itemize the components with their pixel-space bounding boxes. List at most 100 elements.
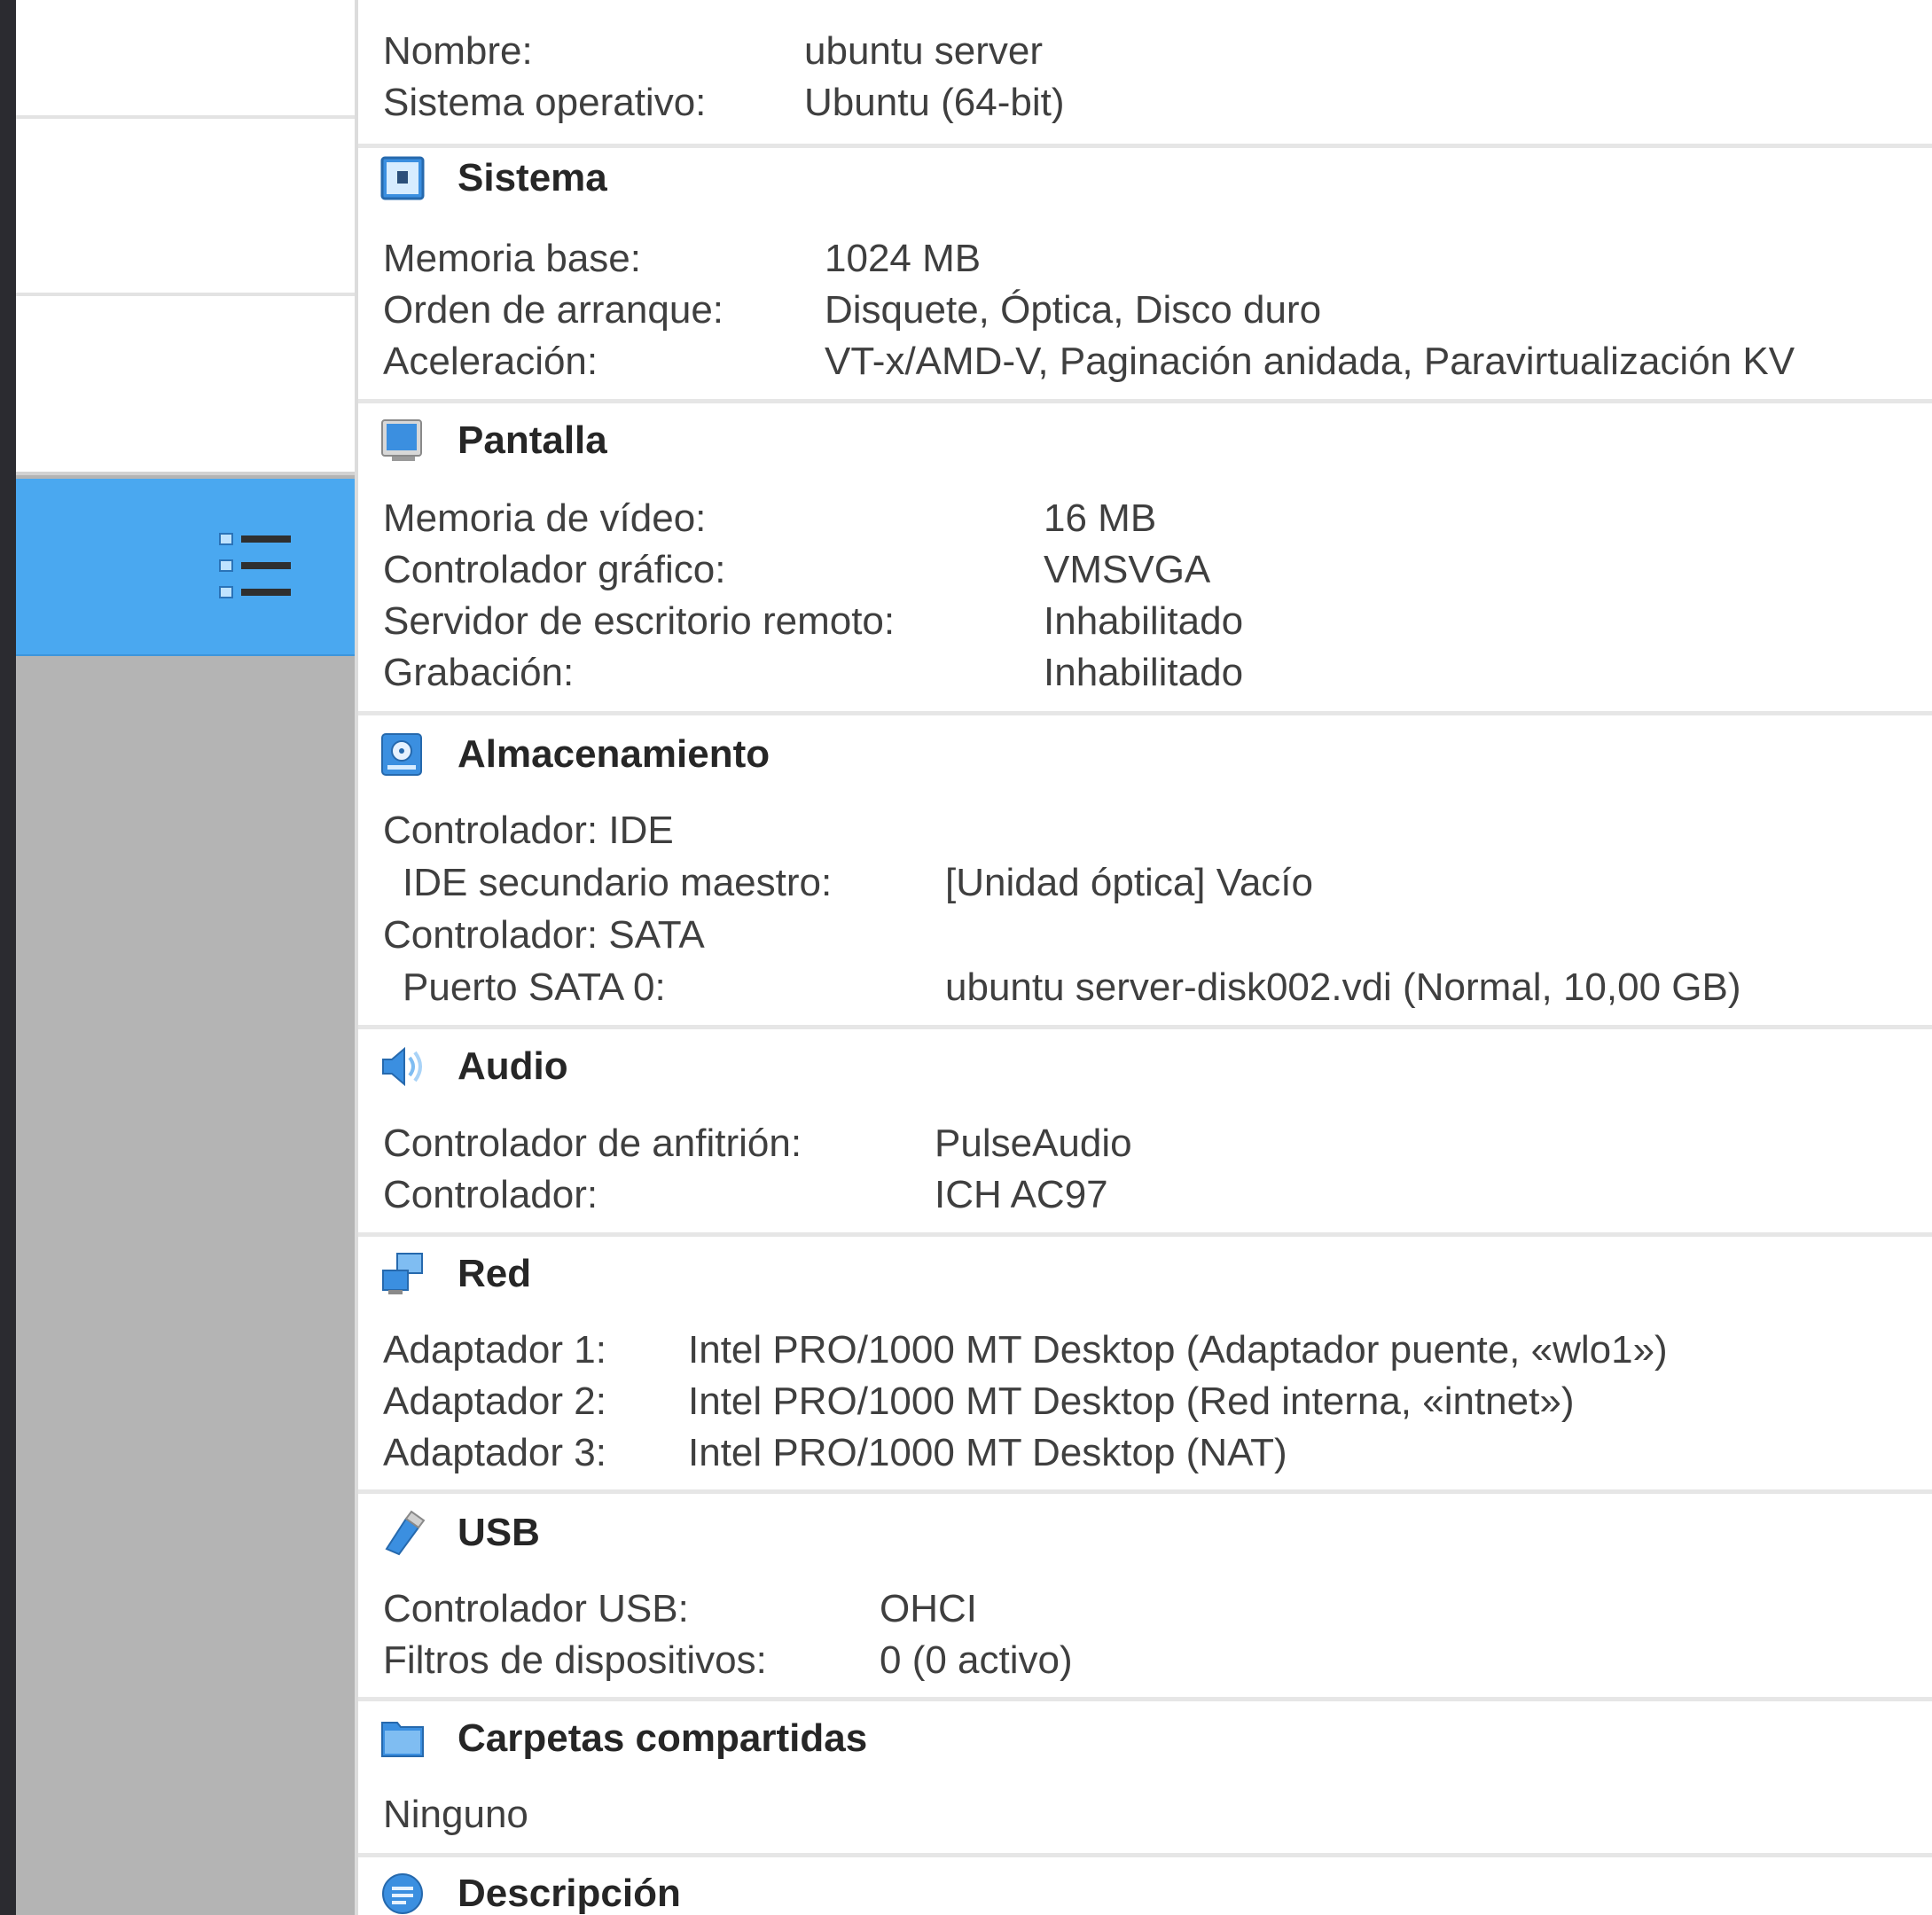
network-icon — [382, 1253, 423, 1294]
vm-list-item[interactable] — [16, 0, 355, 119]
tools-list-icon[interactable] — [218, 528, 293, 603]
section-header[interactable]: USB — [379, 1509, 540, 1557]
section-header[interactable]: Sistema — [379, 154, 607, 202]
detail-label: Orden de arranque: — [383, 288, 724, 332]
detail-label: Adaptador 1: — [383, 1328, 606, 1372]
detail-row: Controlador: ICH AC97 — [383, 1169, 1108, 1221]
detail-row: Controlador gráfico: VMSVGA — [383, 544, 1210, 596]
detail-value: Inhabilitado — [1044, 651, 1244, 694]
details-pane: Nombre: ubuntu server Sistema operativo:… — [358, 0, 1932, 1915]
detail-label: Controlador: SATA — [383, 913, 705, 957]
detail-label: Grabación: — [383, 651, 575, 694]
detail-label: Controlador USB: — [383, 1587, 689, 1630]
detail-value: Inhabilitado — [1044, 599, 1244, 643]
detail-row: Aceleración: VT-x/AMD-V, Paginación anid… — [383, 336, 1795, 387]
detail-label: Controlador: — [383, 1173, 598, 1216]
chip-icon — [380, 156, 425, 200]
detail-row: Controlador: SATA — [383, 910, 705, 961]
detail-label: Controlador: IDE — [383, 809, 674, 852]
detail-row: Puerto SATA 0: ubuntu server-disk002.vdi… — [403, 962, 1741, 1013]
detail-value: VMSVGA — [1044, 548, 1211, 591]
detail-row: Orden de arranque: Disquete, Óptica, Dis… — [383, 285, 1321, 336]
detail-row: Grabación: Inhabilitado — [383, 647, 1243, 699]
section-title: USB — [458, 1511, 540, 1554]
detail-row: Servidor de escritorio remoto: Inhabilit… — [383, 596, 1243, 647]
detail-row: Sistema operativo: Ubuntu (64-bit) — [383, 77, 1064, 129]
detail-value: VT-x/AMD-V, Paginación anidada, Paravirt… — [825, 340, 1795, 383]
window-edge — [0, 0, 16, 1915]
virtualbox-window: Nombre: ubuntu server Sistema operativo:… — [0, 0, 1932, 1915]
section-header[interactable]: Red — [379, 1250, 531, 1298]
section-title: Carpetas compartidas — [458, 1716, 868, 1760]
detail-value: Ubuntu (64-bit) — [804, 81, 1065, 124]
section-usb: USB Controlador USB: OHCI Filtros de dis… — [358, 1494, 1932, 1701]
detail-row: Memoria base: 1024 MB — [383, 233, 981, 285]
section-almacenamiento: Almacenamiento Controlador: IDE IDE secu… — [358, 715, 1932, 1029]
detail-row: Filtros de dispositivos: 0 (0 activo) — [383, 1635, 1073, 1686]
section-title: Audio — [458, 1044, 568, 1088]
section-header[interactable]: Audio — [379, 1043, 568, 1090]
speaker-icon — [382, 1046, 422, 1087]
detail-label: Filtros de dispositivos: — [383, 1638, 767, 1682]
detail-label: Memoria de vídeo: — [383, 496, 707, 540]
detail-value: Intel PRO/1000 MT Desktop (NAT) — [688, 1431, 1287, 1474]
detail-row: Nombre: ubuntu server — [383, 26, 1043, 77]
section-header[interactable]: Pantalla — [379, 417, 607, 465]
detail-row: IDE secundario maestro: [Unidad óptica] … — [403, 857, 1313, 909]
detail-row: Controlador USB: OHCI — [383, 1583, 977, 1635]
detail-value: ubuntu server-disk002.vdi (Normal, 10,00… — [945, 965, 1741, 1009]
section-general: Nombre: ubuntu server Sistema operativo:… — [358, 0, 1932, 148]
section-title: Sistema — [458, 156, 607, 199]
detail-row: Controlador de anfitrión: PulseAudio — [383, 1118, 1132, 1169]
vm-list-pane — [16, 0, 355, 1915]
section-header[interactable]: Almacenamiento — [379, 731, 770, 778]
detail-row: Adaptador 3: Intel PRO/1000 MT Desktop (… — [383, 1427, 1287, 1479]
description-icon — [382, 1873, 423, 1914]
folder-icon — [381, 1722, 424, 1757]
detail-value: OHCI — [880, 1587, 977, 1630]
detail-value: Disquete, Óptica, Disco duro — [825, 288, 1322, 332]
vm-list-item[interactable] — [16, 296, 355, 475]
storage-icon — [381, 733, 422, 776]
section-title: Almacenamiento — [458, 732, 770, 776]
section-title: Pantalla — [458, 418, 607, 462]
monitor-icon — [381, 419, 422, 461]
detail-value: 16 MB — [1044, 496, 1157, 540]
detail-label: Aceleración: — [383, 340, 598, 383]
vm-list-item[interactable] — [16, 119, 355, 296]
detail-label: Controlador de anfitrión: — [383, 1122, 802, 1165]
detail-row: Memoria de vídeo: 16 MB — [383, 493, 1156, 544]
detail-value: 0 (0 activo) — [880, 1638, 1073, 1682]
detail-value: 1024 MB — [825, 237, 982, 280]
section-header[interactable]: Descripción — [379, 1870, 681, 1915]
section-sistema: Sistema Memoria base: 1024 MB Orden de a… — [358, 148, 1932, 403]
detail-label: Sistema operativo: — [383, 81, 707, 124]
section-descripcion: Descripción — [358, 1857, 1932, 1915]
section-pantalla: Pantalla Memoria de vídeo: 16 MB Control… — [358, 403, 1932, 715]
section-red: Red Adaptador 1: Intel PRO/1000 MT Deskt… — [358, 1237, 1932, 1494]
detail-label: Controlador gráfico: — [383, 548, 726, 591]
detail-label: Adaptador 2: — [383, 1380, 606, 1423]
detail-label: IDE secundario maestro: — [403, 861, 833, 904]
section-carpetas: Carpetas compartidas Ninguno — [358, 1701, 1932, 1857]
detail-value: ICH AC97 — [935, 1173, 1108, 1216]
detail-label: Servidor de escritorio remoto: — [383, 599, 896, 643]
detail-row: Adaptador 2: Intel PRO/1000 MT Desktop (… — [383, 1376, 1574, 1427]
detail-row: Adaptador 1: Intel PRO/1000 MT Desktop (… — [383, 1325, 1668, 1376]
section-audio: Audio Controlador de anfitrión: PulseAud… — [358, 1029, 1932, 1237]
detail-value: PulseAudio — [935, 1122, 1132, 1165]
detail-label: Memoria base: — [383, 237, 642, 280]
vm-list-item-selected[interactable] — [16, 479, 355, 656]
detail-row: Ninguno — [383, 1789, 528, 1841]
section-title: Descripción — [458, 1872, 681, 1915]
detail-label: Adaptador 3: — [383, 1431, 606, 1474]
detail-value: ubuntu server — [804, 29, 1044, 73]
detail-row: Controlador: IDE — [383, 805, 674, 856]
section-header[interactable]: Carpetas compartidas — [379, 1715, 867, 1763]
detail-label: Puerto SATA 0: — [403, 965, 666, 1009]
usb-icon — [385, 1510, 426, 1556]
section-title: Red — [458, 1252, 532, 1295]
detail-value: [Unidad óptica] Vacío — [945, 861, 1313, 904]
detail-label: Nombre: — [383, 29, 533, 73]
detail-value: Intel PRO/1000 MT Desktop (Red interna, … — [688, 1380, 1575, 1423]
